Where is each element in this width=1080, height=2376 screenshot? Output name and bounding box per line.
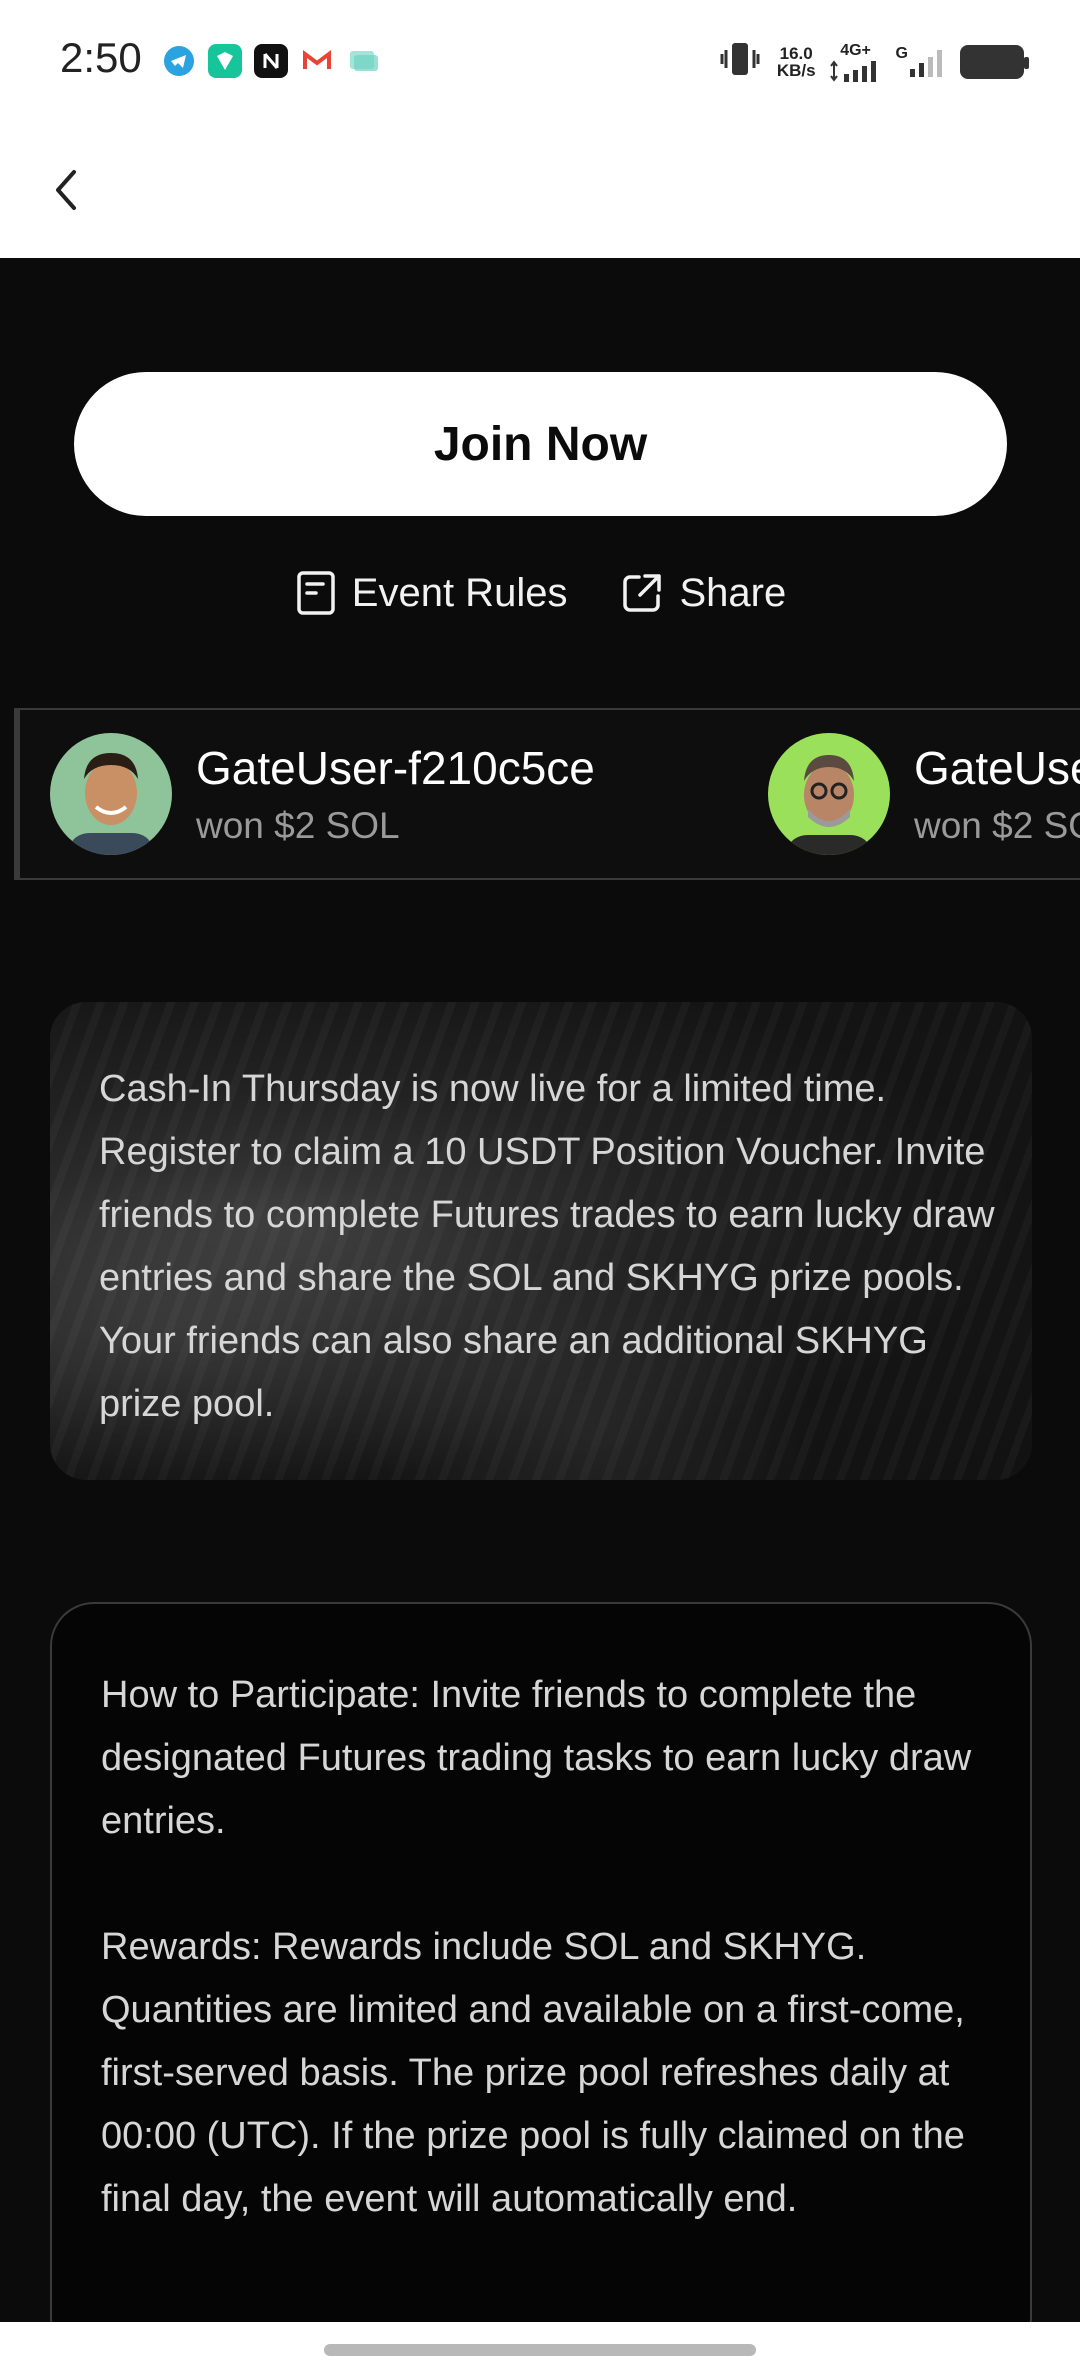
status-app-icons bbox=[162, 44, 380, 78]
share-label: Share bbox=[679, 570, 787, 615]
document-icon bbox=[297, 571, 335, 615]
battery-icon bbox=[960, 44, 1029, 79]
event-rules-label: Event Rules bbox=[351, 570, 568, 615]
how-to-participate-text: How to Participate: Invite friends to co… bbox=[101, 1674, 972, 1842]
status-bar: 2:50 16.0 KB/s 4G+ G bbox=[0, 0, 1080, 120]
gmail-icon bbox=[300, 44, 334, 78]
winners-ticker: GateUser-f210c5ce won $2 SOL GateUser- w… bbox=[14, 708, 1080, 880]
rewards-text: Rewards: Rewards include SOL and SKHYG. … bbox=[101, 1926, 965, 2220]
event-intro-text: Cash-In Thursday is now live for a limit… bbox=[99, 1068, 995, 1425]
event-rules-card: How to Participate: Invite friends to co… bbox=[50, 1602, 1032, 2362]
winner-name: GateUser- bbox=[914, 742, 1080, 794]
share-link[interactable]: Share bbox=[619, 570, 786, 616]
status-indicators: 16.0 KB/s 4G+ G bbox=[717, 40, 1029, 83]
notion-icon bbox=[254, 44, 288, 78]
event-actions: Event Rules Share bbox=[0, 558, 1080, 628]
winner-item: GateUser- won $2 SOL bbox=[738, 710, 1080, 878]
avatar bbox=[50, 733, 172, 855]
shield-app-icon bbox=[208, 44, 242, 78]
winner-prize: won $2 SOL bbox=[914, 805, 1080, 846]
join-now-button[interactable]: Join Now bbox=[74, 372, 1007, 516]
signal-g-indicator: G bbox=[896, 45, 946, 79]
vibrate-icon bbox=[717, 40, 763, 83]
share-icon bbox=[623, 574, 662, 612]
chat-app-icon bbox=[346, 44, 380, 78]
event-content: Join Now Event Rules Share GateUser-f210… bbox=[0, 258, 1080, 2362]
home-indicator[interactable] bbox=[324, 2344, 756, 2356]
status-time: 2:50 bbox=[60, 34, 142, 81]
network-speed: 16.0 KB/s bbox=[776, 43, 816, 80]
chevron-left-icon bbox=[56, 170, 76, 210]
winner-name: GateUser-f210c5ce bbox=[196, 742, 595, 794]
event-rules-link[interactable]: Event Rules bbox=[294, 569, 568, 617]
telegram-icon bbox=[162, 44, 196, 78]
avatar bbox=[768, 733, 890, 855]
signal-4g-indicator: 4G+ bbox=[829, 42, 882, 82]
winner-prize: won $2 SOL bbox=[196, 805, 400, 846]
nav-bar bbox=[0, 120, 1080, 258]
event-intro-card: Cash-In Thursday is now live for a limit… bbox=[50, 1002, 1032, 1480]
gesture-bar bbox=[0, 2322, 1080, 2376]
winner-item: GateUser-f210c5ce won $2 SOL bbox=[20, 710, 738, 878]
back-button[interactable] bbox=[36, 158, 100, 222]
